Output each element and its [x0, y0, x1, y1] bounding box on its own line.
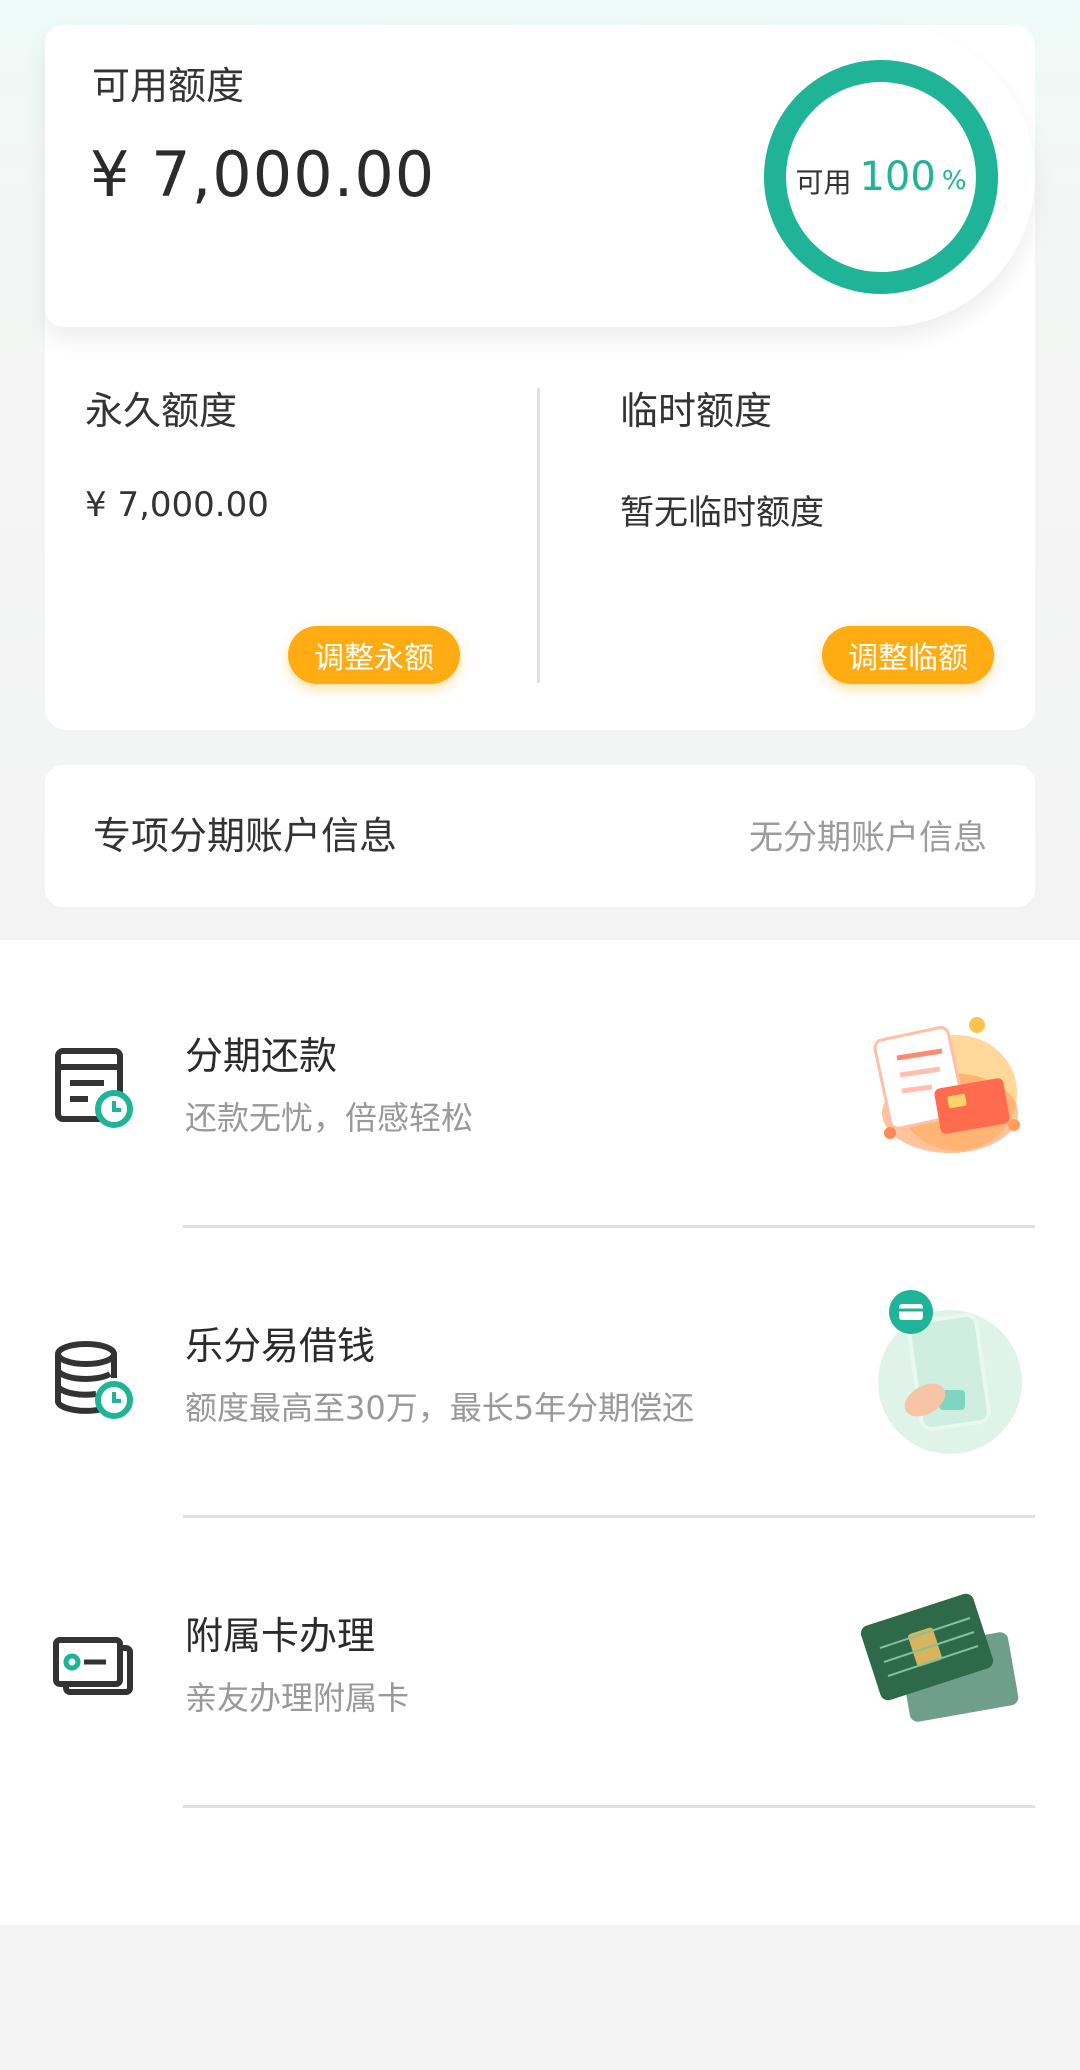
- bill-card-illustration: [862, 1013, 1027, 1178]
- phone-card-illustration: [865, 1290, 1030, 1455]
- ring-percent-unit: %: [941, 166, 967, 196]
- divider: [183, 1805, 1035, 1808]
- permanent-limit-title: 永久额度: [85, 389, 238, 433]
- service-title: 乐分易借钱: [185, 1324, 376, 1368]
- permanent-limit-value: ¥ 7,000.00: [85, 485, 269, 525]
- coins-clock-icon: [52, 1338, 138, 1424]
- services-list: 分期还款 还款无忧，倍感轻松 乐分易借钱 额度最高至30万，最长5年分期偿还 附…: [0, 940, 1080, 1925]
- permanent-limit-section: 永久额度 ¥ 7,000.00: [85, 380, 269, 525]
- divider: [183, 1515, 1035, 1518]
- service-item-loan[interactable]: 乐分易借钱 额度最高至30万，最长5年分期偿还: [0, 1230, 1080, 1520]
- adjust-temporary-button[interactable]: 调整临额: [822, 626, 994, 684]
- available-percent-ring: 可用 100 %: [762, 58, 1000, 296]
- installment-account-value: 无分期账户信息: [749, 818, 987, 858]
- service-subtitle: 额度最高至30万，最长5年分期偿还: [185, 1389, 695, 1427]
- installment-account-title: 专项分期账户信息: [93, 814, 398, 858]
- service-item-installment-repayment[interactable]: 分期还款 还款无忧，倍感轻松: [0, 940, 1080, 1230]
- temporary-limit-section: 临时额度 暂无临时额度: [620, 380, 824, 533]
- service-title: 附属卡办理: [185, 1614, 376, 1658]
- divider: [183, 1225, 1035, 1228]
- service-title: 分期还款: [185, 1034, 338, 1078]
- ring-label: 可用 100 %: [762, 58, 1000, 296]
- ring-prefix: 可用: [795, 166, 852, 199]
- available-limit-amount: ¥ 7,000.00: [90, 138, 436, 211]
- card-icon: [52, 1630, 138, 1716]
- bill-clock-icon: [52, 1045, 138, 1131]
- service-item-supplementary-card[interactable]: 附属卡办理 亲友办理附属卡: [0, 1520, 1080, 1810]
- temporary-limit-title: 临时额度: [620, 389, 773, 433]
- temporary-limit-value: 暂无临时额度: [620, 493, 824, 533]
- installment-account-row[interactable]: 专项分期账户信息 无分期账户信息: [45, 765, 1035, 907]
- credit-card-illustration: [860, 1588, 1025, 1753]
- ring-percent-value: 100: [859, 154, 936, 200]
- service-subtitle: 还款无忧，倍感轻松: [185, 1099, 474, 1137]
- limit-divider: [537, 388, 540, 683]
- service-subtitle: 亲友办理附属卡: [185, 1679, 410, 1717]
- adjust-permanent-button[interactable]: 调整永额: [288, 626, 460, 684]
- available-limit-label: 可用额度: [92, 64, 245, 108]
